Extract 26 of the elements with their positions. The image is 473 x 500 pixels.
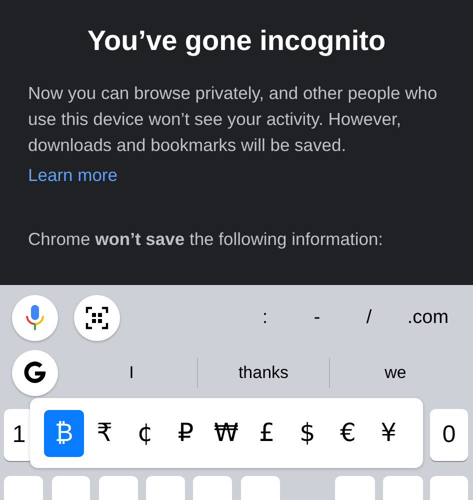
currency-key[interactable]: ₩ <box>206 410 246 456</box>
currency-key[interactable]: ₿ <box>44 410 84 456</box>
description-text: Now you can browse privately, and other people who use this device won’t see your activity. However, downloads and bookmarks will be saved. <box>28 82 438 157</box>
shortcut-key[interactable]: / <box>343 304 395 332</box>
keyboard-key[interactable]: 0 <box>430 409 468 461</box>
shortcut-key[interactable]: - <box>291 304 343 332</box>
currency-key[interactable]: ¥ <box>368 410 409 456</box>
notice-text: Chrome won’t save the following information: <box>28 228 384 251</box>
microphone-icon <box>24 304 46 332</box>
shortcut-key[interactable]: : <box>239 304 291 332</box>
currency-key[interactable]: ₽ <box>166 410 206 456</box>
shortcut-key[interactable]: .com <box>395 304 461 332</box>
currency-key[interactable]: ₹ <box>84 410 125 456</box>
currency-key[interactable]: ¢ <box>125 410 166 456</box>
currency-key[interactable]: £ <box>246 410 287 456</box>
microphone-button[interactable] <box>12 295 58 341</box>
scan-button[interactable] <box>74 295 120 341</box>
page-title: You’ve gone incognito <box>86 24 387 58</box>
learn-more-link[interactable]: Learn more <box>28 162 118 188</box>
suggestion-item[interactable]: we <box>330 360 461 386</box>
scan-icon <box>85 306 109 330</box>
currency-key[interactable]: € <box>328 410 368 456</box>
google-button[interactable] <box>12 350 58 396</box>
currency-key[interactable]: $ <box>287 410 328 456</box>
suggestion-item[interactable]: thanks <box>198 360 329 386</box>
suggestion-item[interactable]: I <box>66 360 197 386</box>
